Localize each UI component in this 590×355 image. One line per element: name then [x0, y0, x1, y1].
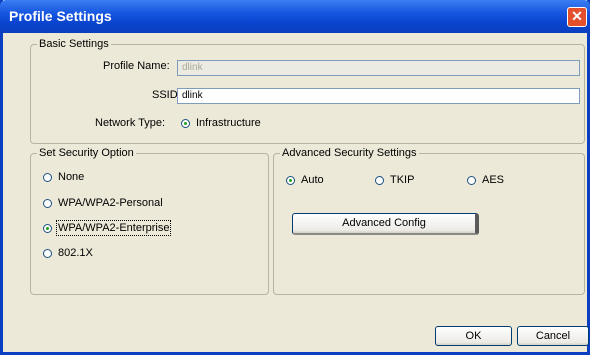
radio-unselected-icon [467, 175, 476, 185]
ssid-field[interactable]: dlink [177, 88, 580, 104]
cipher-auto-radio[interactable]: Auto [286, 174, 324, 186]
radio-selected-icon [43, 223, 52, 233]
network-type-infrastructure-radio[interactable]: Infrastructure [181, 117, 261, 129]
radio-selected-icon [181, 118, 190, 128]
radio-label: TKIP [390, 174, 415, 186]
security-wpa-personal-radio[interactable]: WPA/WPA2-Personal [43, 197, 163, 209]
radio-label: AES [482, 174, 505, 186]
title-bar[interactable]: Profile Settings ✕ [0, 0, 590, 33]
dialog-title: Profile Settings [9, 8, 112, 24]
radio-unselected-icon [43, 198, 52, 208]
cipher-aes-radio[interactable]: AES [467, 174, 504, 186]
radio-unselected-icon [375, 175, 384, 185]
profile-name-label: Profile Name: [103, 60, 170, 72]
network-type-label: Network Type: [95, 117, 166, 129]
cipher-tkip-radio[interactable]: TKIP [375, 174, 414, 186]
basic-settings-legend: Basic Settings [39, 38, 109, 50]
radio-label: WPA/WPA2-Enterprise [55, 220, 172, 236]
ok-button[interactable]: OK [435, 326, 512, 346]
radio-label: Infrastructure [196, 117, 261, 129]
radio-label: Auto [301, 174, 324, 186]
radio-unselected-icon [43, 172, 52, 182]
radio-selected-icon [286, 175, 295, 185]
cancel-button[interactable]: Cancel [517, 326, 589, 346]
close-icon: ✕ [571, 8, 583, 24]
radio-label: None [58, 171, 85, 183]
security-8021x-radio[interactable]: 802.1X [43, 247, 93, 259]
radio-label: 802.1X [58, 247, 93, 259]
close-button[interactable]: ✕ [567, 7, 587, 27]
security-none-radio[interactable]: None [43, 171, 84, 183]
advanced-config-button[interactable]: Advanced Config [292, 213, 479, 235]
profile-name-field[interactable]: dlink [177, 60, 580, 76]
security-wpa-enterprise-radio[interactable]: WPA/WPA2-Enterprise [43, 220, 172, 236]
security-option-legend: Set Security Option [39, 147, 134, 159]
radio-label: WPA/WPA2-Personal [58, 197, 163, 209]
advanced-security-legend: Advanced Security Settings [282, 147, 417, 159]
security-option-group: Set Security Option [30, 147, 269, 295]
profile-settings-dialog: Profile Settings ✕ Basic Settings Profil… [0, 0, 590, 355]
radio-unselected-icon [43, 248, 52, 258]
